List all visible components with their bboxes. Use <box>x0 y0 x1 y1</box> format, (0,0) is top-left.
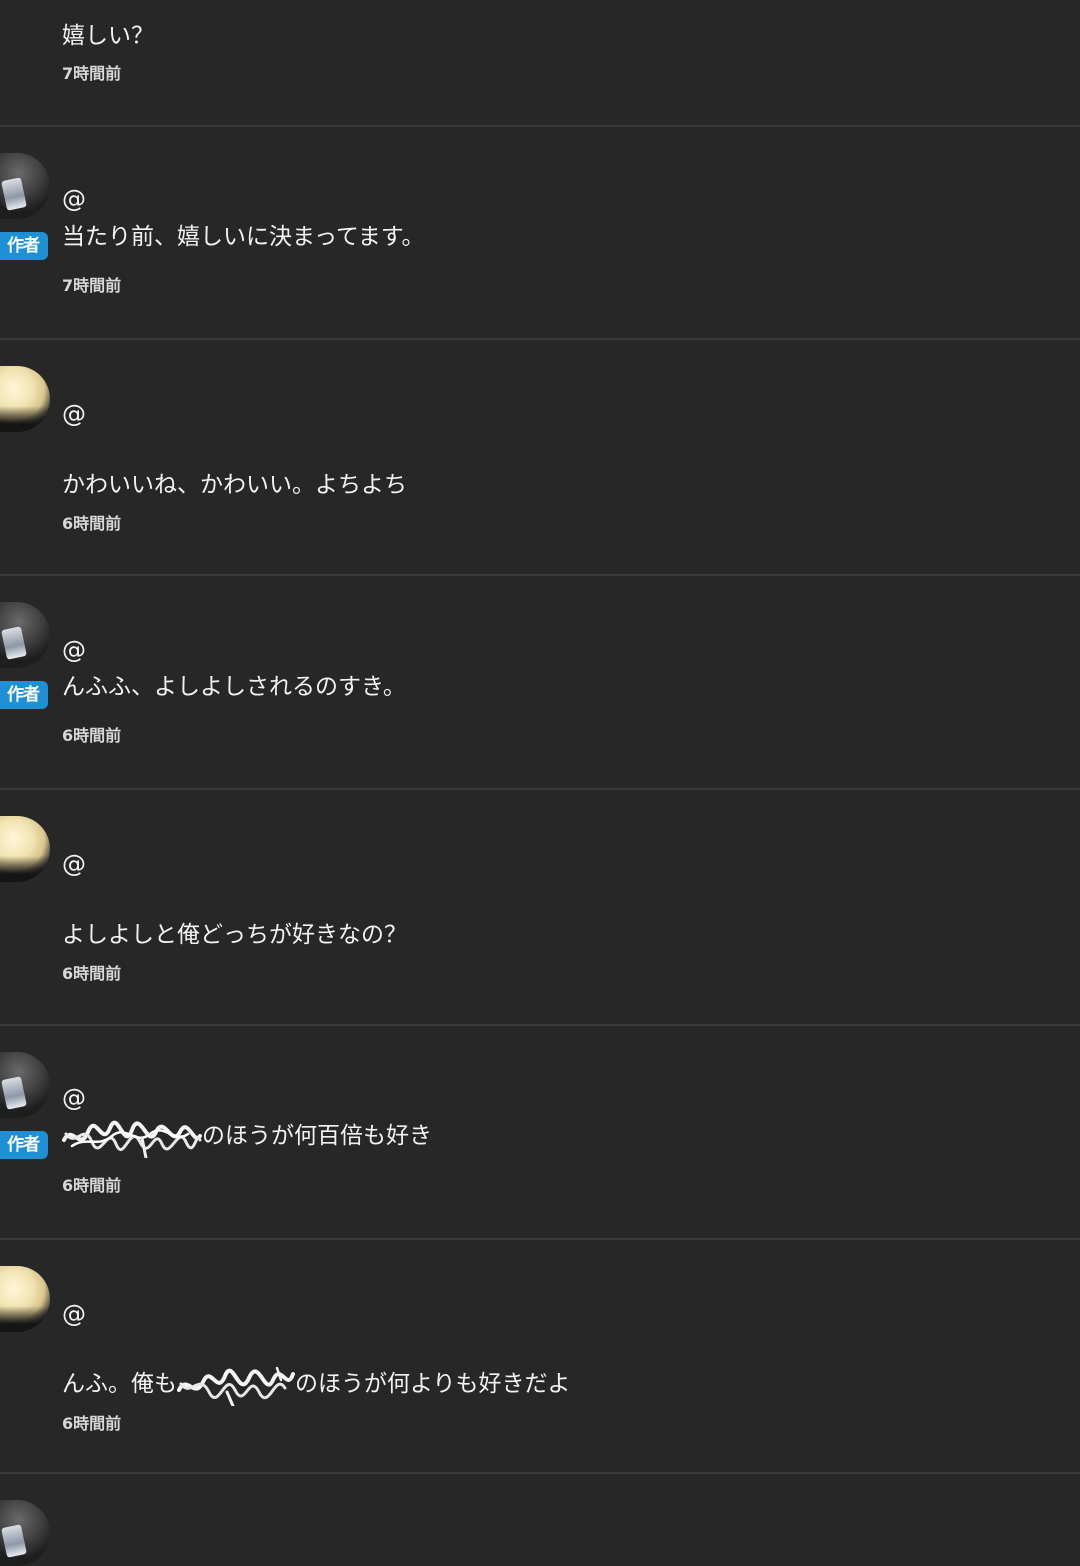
comment-timestamp: 7時間前 <box>62 276 122 295</box>
comment-item: 作者 @ 当たり前、嬉しいに決まってます。 7時間前 <box>0 127 1080 339</box>
comment-text: 嬉しい？ <box>62 23 154 49</box>
author-badge: 作者 <box>0 232 48 260</box>
comment-timestamp: 6時間前 <box>62 514 122 533</box>
scribble-redaction-icon <box>177 1366 295 1406</box>
comment-item: @ かわいいね、かわいい。よちよち 6時間前 <box>0 340 1080 575</box>
comment-timestamp: 6時間前 <box>62 1414 122 1433</box>
mention-link[interactable]: @ <box>62 185 86 213</box>
comment-text: のほうが何百倍も好き <box>62 1116 432 1158</box>
mention-link[interactable]: @ <box>62 1084 86 1112</box>
mention-link[interactable]: @ <box>62 400 86 428</box>
comment-text: 当たり前、嬉しいに決まってます。 <box>62 224 425 250</box>
author-avatar[interactable] <box>0 602 50 668</box>
scribble-redaction-icon <box>62 1118 202 1158</box>
reader-avatar[interactable] <box>0 366 50 432</box>
comment-item: 作者 @ のほうが何百倍も好き 6時間前 <box>0 1026 1080 1238</box>
comment-text-part: のほうが何百倍も好き <box>202 1123 432 1149</box>
comment-text: かわいいね、かわいい。よちよち <box>62 472 407 498</box>
comment-timestamp: 6時間前 <box>62 726 122 745</box>
comment-item: @ よしよしと俺どっちが好きなの？ 6時間前 <box>0 790 1080 1025</box>
comment-item: @ んふ。俺も のほうが何よりも好きだよ 6時間前 <box>0 1240 1080 1473</box>
reader-avatar[interactable] <box>0 1266 50 1332</box>
mention-link[interactable]: @ <box>62 636 86 664</box>
reader-avatar[interactable] <box>0 816 50 882</box>
comment-text-part: んふ。俺も <box>62 1371 177 1397</box>
comment-item: 作者 @ んふふ、よしよしされるのすき。 6時間前 <box>0 576 1080 789</box>
author-badge: 作者 <box>0 1131 48 1159</box>
author-avatar[interactable] <box>0 153 50 219</box>
comment-item: 嬉しい？ 7時間前 <box>0 0 1080 126</box>
comment-text: んふふ、よしよしされるのすき。 <box>62 674 406 700</box>
comment-text: んふ。俺も のほうが何よりも好きだよ <box>62 1364 571 1406</box>
comment-timestamp: 7時間前 <box>62 64 122 83</box>
author-avatar[interactable] <box>0 1500 50 1566</box>
mention-link[interactable]: @ <box>62 850 86 878</box>
comment-text: よしよしと俺どっちが好きなの？ <box>62 922 407 948</box>
divider <box>0 1472 1080 1474</box>
comment-thread: 嬉しい？ 7時間前 作者 @ 当たり前、嬉しいに決まってます。 7時間前 @ か… <box>0 0 1080 1566</box>
author-avatar[interactable] <box>0 1052 50 1118</box>
comment-timestamp: 6時間前 <box>62 1176 122 1195</box>
comment-timestamp: 6時間前 <box>62 964 122 983</box>
author-badge: 作者 <box>0 681 48 709</box>
mention-link[interactable]: @ <box>62 1300 86 1328</box>
comment-text-part: のほうが何よりも好きだよ <box>295 1371 571 1397</box>
